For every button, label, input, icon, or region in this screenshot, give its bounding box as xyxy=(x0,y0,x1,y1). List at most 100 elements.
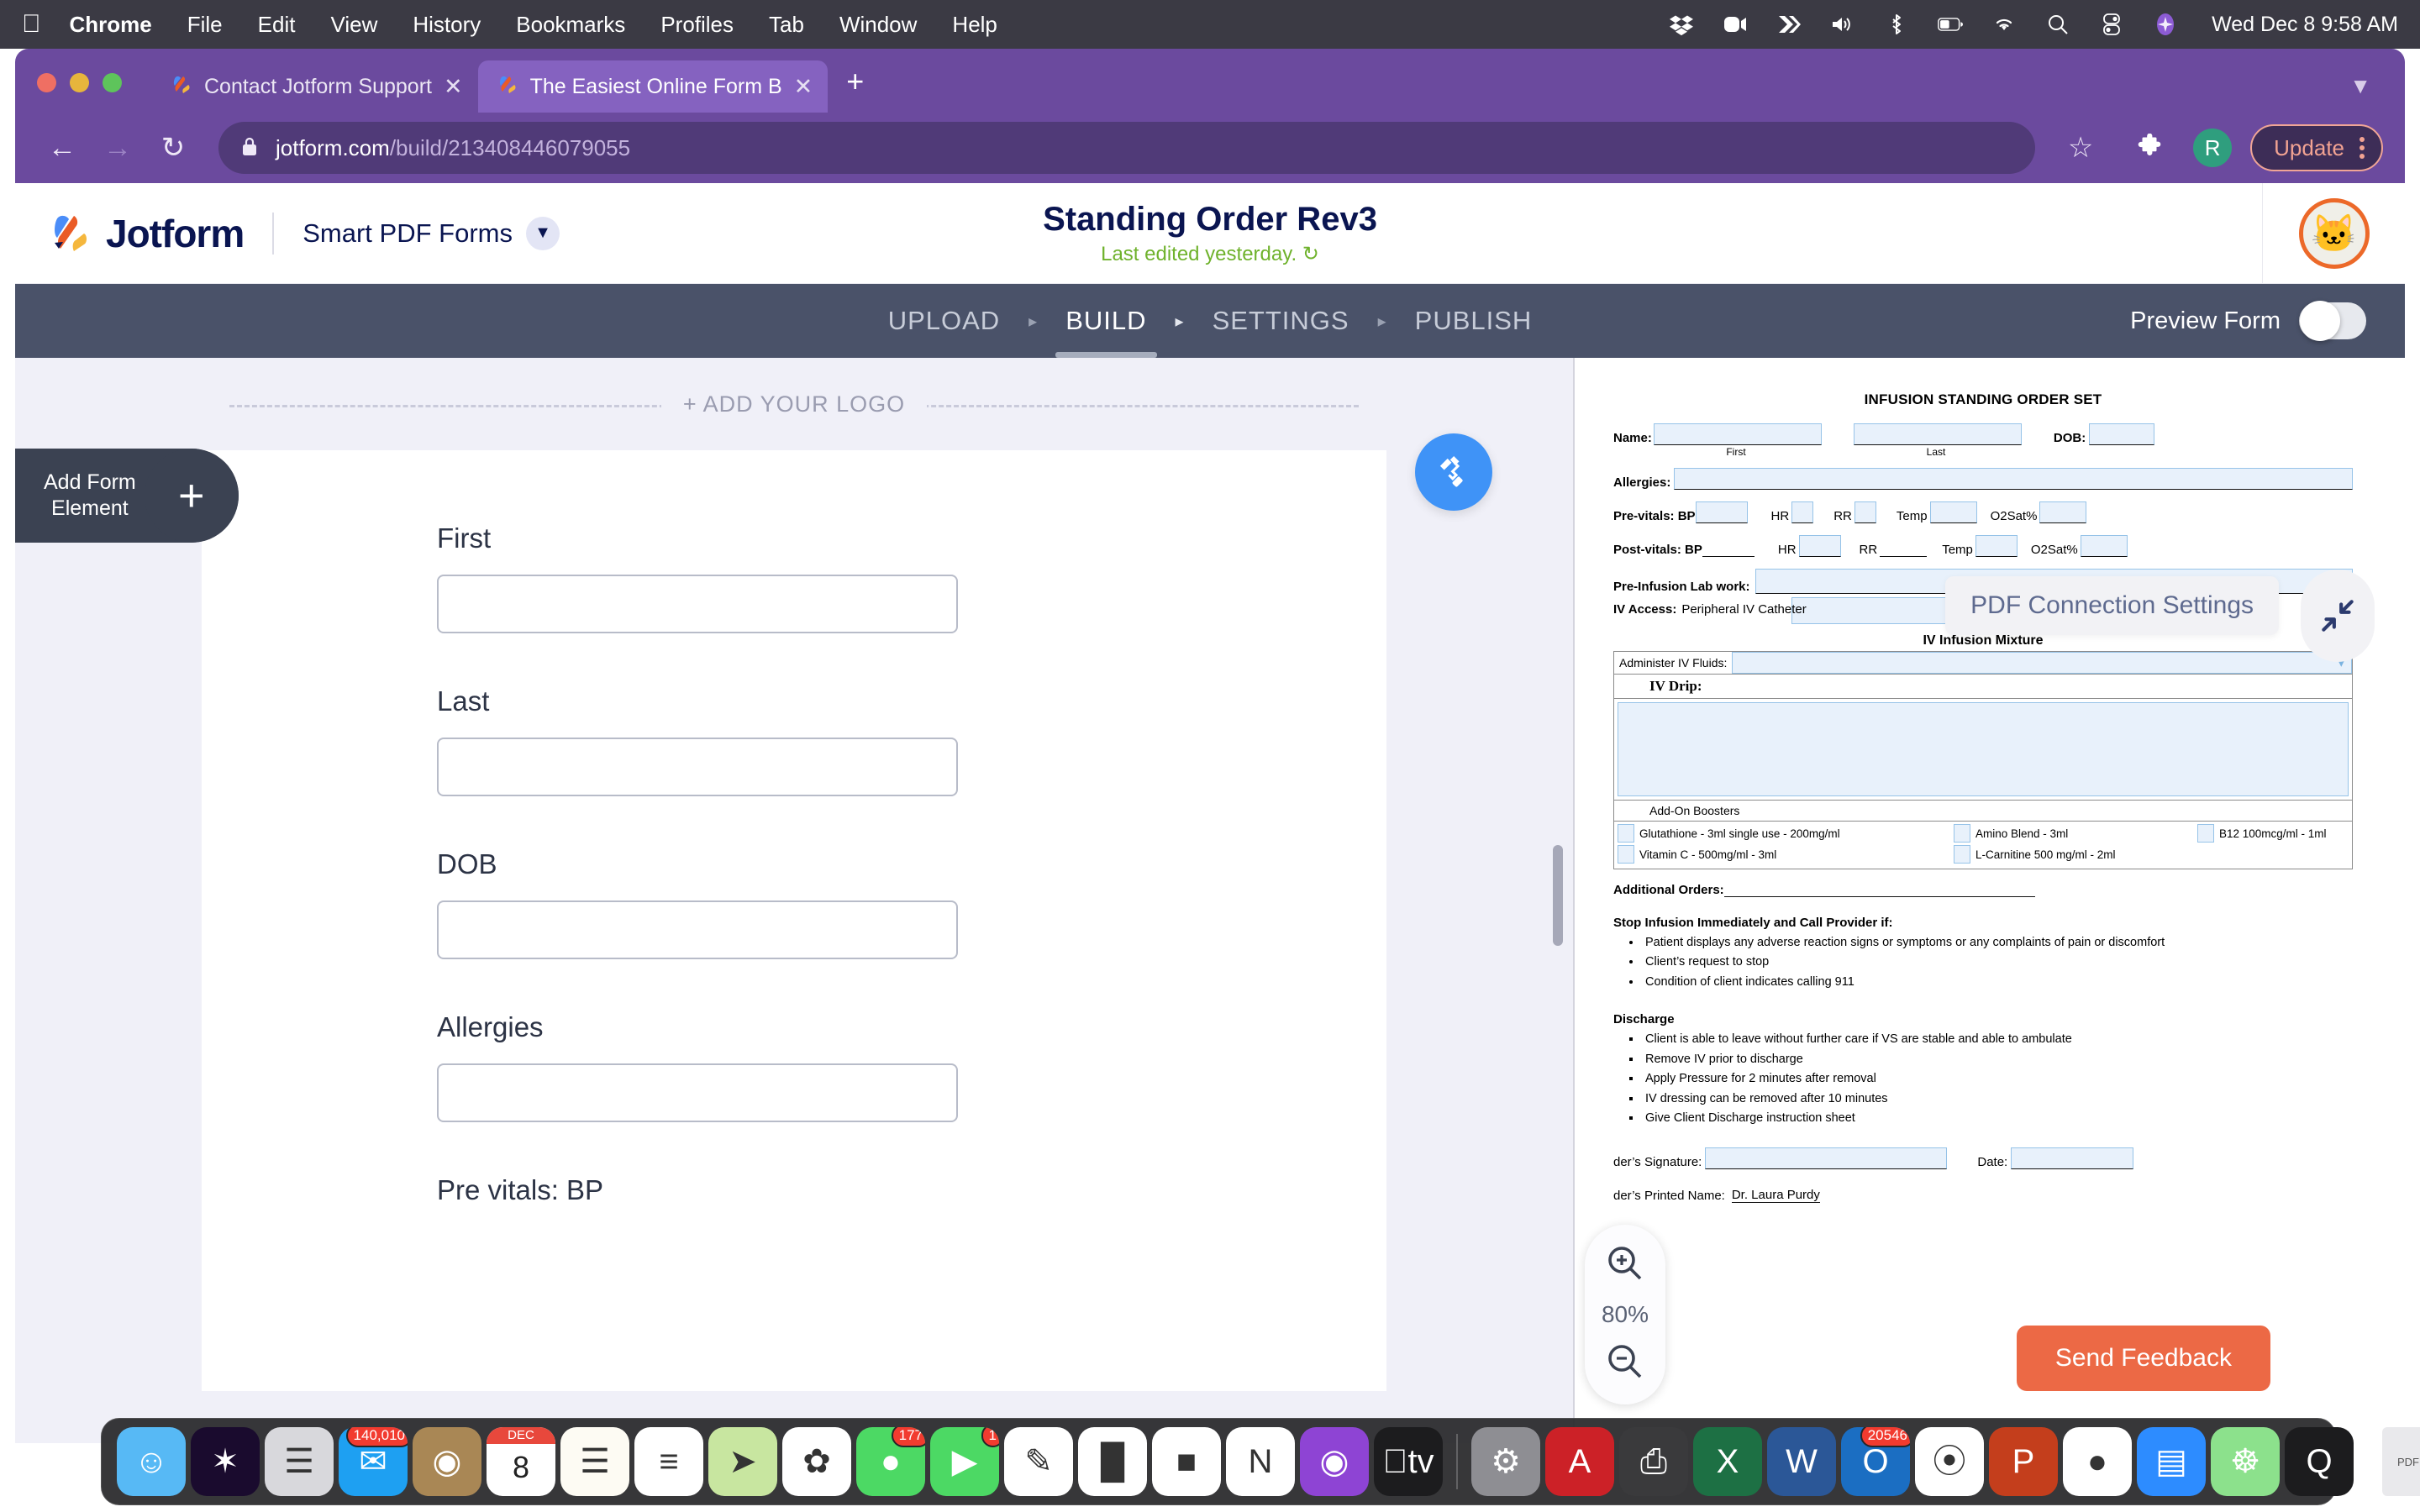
add-logo-label[interactable]: + ADD YOUR LOGO xyxy=(660,391,928,417)
paint-roller-icon[interactable] xyxy=(1415,433,1492,511)
preview-form-toggle[interactable] xyxy=(2299,301,2366,341)
address-bar[interactable]: jotform.com/build/213408446079055 xyxy=(218,122,2036,174)
tab-settings[interactable]: SETTINGS xyxy=(1184,284,1378,358)
update-button[interactable]: Update xyxy=(2250,124,2383,171)
plus-icon[interactable]: + xyxy=(144,449,239,543)
messages-icon[interactable]: ● 177 xyxy=(856,1427,925,1496)
quicktime-icon[interactable]: Q xyxy=(2285,1427,2354,1496)
signature-date-field[interactable] xyxy=(2011,1147,2134,1169)
previtals-o2-field[interactable] xyxy=(2039,501,2087,523)
search-icon[interactable] xyxy=(2045,12,2070,37)
iv-drip-textarea[interactable] xyxy=(1618,702,2349,796)
allergies-input[interactable] xyxy=(437,1063,958,1122)
allergies-pdf-field[interactable] xyxy=(1674,468,2353,490)
undo-icon[interactable]: ↻ xyxy=(1302,243,1319,265)
cat-avatar[interactable]: 🐱 xyxy=(2298,198,2370,269)
volume-icon[interactable] xyxy=(1830,12,1855,37)
menu-item-tab[interactable]: Tab xyxy=(769,12,804,38)
keynote-icon[interactable]: ■ xyxy=(1152,1427,1221,1496)
close-icon[interactable]: ✕ xyxy=(444,75,463,98)
menu-item-profiles[interactable]: Profiles xyxy=(660,12,734,38)
control-center-icon[interactable] xyxy=(2099,12,2124,37)
dob-input[interactable] xyxy=(437,900,958,959)
minimized-pdf-window[interactable]: PDF xyxy=(2382,1427,2420,1496)
add-form-element-button[interactable]: Add Form Element + xyxy=(15,449,239,543)
menu-item-file[interactable]: File xyxy=(187,12,223,38)
word-icon[interactable]: W xyxy=(1767,1427,1836,1496)
menu-bar-clock[interactable]: Wed Dec 8 9:58 AM xyxy=(2212,13,2398,37)
outlook-icon[interactable]: O 20546 xyxy=(1841,1427,1910,1496)
last-name-input[interactable] xyxy=(437,738,958,796)
last-name-pdf-field[interactable] xyxy=(1853,423,2022,445)
postvitals-rr-field[interactable] xyxy=(1880,540,1928,557)
menu-item-help[interactable]: Help xyxy=(952,12,997,38)
send-feedback-button[interactable]: Send Feedback xyxy=(2016,1326,2270,1391)
profile-avatar-badge[interactable]: R xyxy=(2193,129,2233,167)
kebab-menu-icon[interactable] xyxy=(2360,137,2365,159)
account-avatar-cell[interactable]: 🐱 xyxy=(2262,183,2405,284)
screen-recorder-icon[interactable] xyxy=(1723,12,1748,37)
podcasts-icon[interactable]: ◉ xyxy=(1300,1427,1369,1496)
printer-icon[interactable]: ⎙ xyxy=(1619,1427,1688,1496)
chevron-double-right-icon[interactable] xyxy=(1776,12,1802,37)
checkbox-vitamin-c[interactable] xyxy=(1618,845,1634,864)
builder-scrollbar[interactable] xyxy=(1553,845,1563,946)
first-name-pdf-field[interactable] xyxy=(1653,423,1822,445)
postvitals-hr-field[interactable] xyxy=(1798,535,1841,557)
booster-item[interactable]: Amino Blend - 3ml xyxy=(1954,824,2197,843)
checkbox-glutathione[interactable] xyxy=(1618,824,1634,843)
booster-item[interactable]: B12 100mcg/ml - 1ml xyxy=(2197,824,2349,843)
previtals-bp-field[interactable] xyxy=(1695,501,1748,523)
booster-item[interactable]: L-Carnitine 500 mg/ml - 2ml xyxy=(1954,845,2197,864)
minimize-window-button[interactable] xyxy=(70,73,89,92)
close-window-button[interactable] xyxy=(37,73,56,92)
calendar-icon[interactable]: 8 DEC xyxy=(487,1427,555,1496)
powerpoint-icon[interactable]: P xyxy=(1989,1427,2058,1496)
news-icon[interactable]: N xyxy=(1226,1427,1295,1496)
provider-signature-field[interactable] xyxy=(1705,1147,1948,1169)
finder-icon[interactable]: ☺ xyxy=(117,1427,186,1496)
launchpad-icon[interactable]: ☰ xyxy=(265,1427,334,1496)
photos-icon[interactable]: ✿ xyxy=(782,1427,851,1496)
appletv-icon[interactable]: tv xyxy=(1374,1427,1443,1496)
booster-item[interactable]: Vitamin C - 500mg/ml - 3ml xyxy=(1618,845,1954,864)
window-traffic-lights[interactable] xyxy=(37,73,122,113)
postvitals-bp-field[interactable] xyxy=(1702,540,1754,557)
chevron-down-icon[interactable]: ▼ xyxy=(2349,73,2371,99)
menu-item-edit[interactable]: Edit xyxy=(258,12,296,38)
menu-item-bookmarks[interactable]: Bookmarks xyxy=(516,12,625,38)
zoom-out-icon[interactable] xyxy=(1605,1341,1645,1386)
dropbox-icon[interactable] xyxy=(1669,12,1694,37)
menu-item-history[interactable]: History xyxy=(413,12,481,38)
close-icon[interactable]: ✕ xyxy=(794,75,813,98)
preview-form-control[interactable]: Preview Form xyxy=(2130,301,2366,341)
chrome-icon[interactable]: ● xyxy=(2063,1427,2132,1496)
acrobat-icon[interactable]: A xyxy=(1545,1427,1614,1496)
puzzle-piece-icon[interactable] xyxy=(2124,123,2175,173)
new-tab-button[interactable]: + xyxy=(846,64,864,113)
previtals-hr-field[interactable] xyxy=(1791,501,1814,523)
back-arrow-icon[interactable]: ← xyxy=(37,123,87,173)
first-name-input[interactable] xyxy=(437,575,958,633)
browser-tab-form-builder[interactable]: The Easiest Online Form Builde ✕ xyxy=(477,60,829,113)
forward-arrow-icon[interactable]: → xyxy=(92,123,143,173)
browser-tab-support[interactable]: Contact Jotform Support ✕ xyxy=(152,60,478,113)
tab-upload[interactable]: UPLOAD xyxy=(860,284,1028,358)
booster-item[interactable]: Glutathione - 3ml single use - 200mg/ml xyxy=(1618,824,1954,843)
menu-item-view[interactable]: View xyxy=(330,12,377,38)
checkbox-b12[interactable] xyxy=(2197,824,2214,843)
mail-icon[interactable]: ✉ 140,010 xyxy=(339,1427,408,1496)
maximize-window-button[interactable] xyxy=(103,73,122,92)
jotform-logo[interactable]: Jotform xyxy=(47,211,245,256)
previtals-rr-field[interactable] xyxy=(1854,501,1876,523)
reminders-icon[interactable]: ≡ xyxy=(634,1427,703,1496)
maps-icon[interactable]: ➤ xyxy=(708,1427,777,1496)
postvitals-temp-field[interactable] xyxy=(1975,535,2018,557)
checkbox-amino-blend[interactable] xyxy=(1954,824,1970,843)
product-selector[interactable]: Smart PDF Forms ▼ xyxy=(302,216,560,250)
menu-item-window[interactable]: Window xyxy=(839,12,917,38)
bluetooth-icon[interactable] xyxy=(1884,12,1909,37)
page-title[interactable]: Standing Order Rev3 xyxy=(1043,201,1377,239)
zoom-in-icon[interactable] xyxy=(1605,1243,1645,1288)
reload-icon[interactable]: ↻ xyxy=(148,123,198,173)
